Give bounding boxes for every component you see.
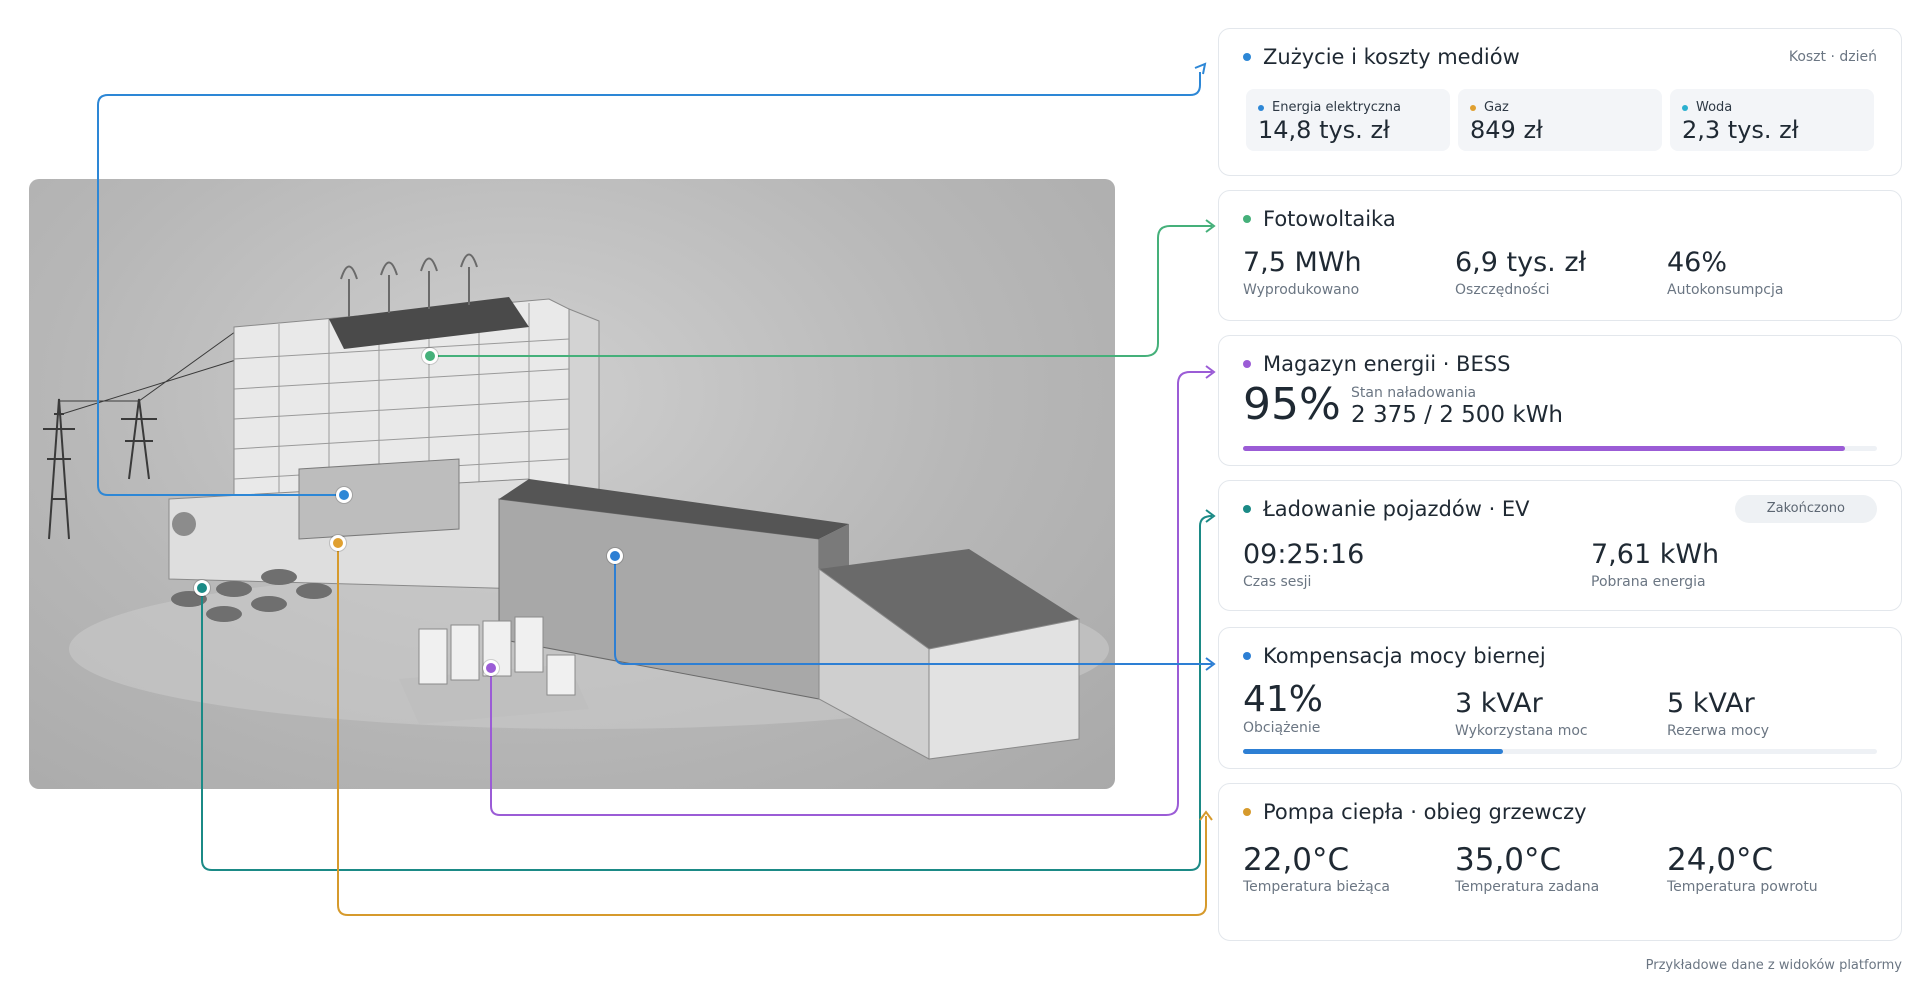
media-tile-value: 14,8 tys. zł	[1258, 116, 1390, 144]
metric-value: 09:25:16	[1243, 539, 1365, 570]
electric-dot-icon	[1258, 104, 1264, 111]
heatpump-card[interactable]: Pompa ciepła · obieg grzewczy 22,0°C Tem…	[1218, 783, 1902, 941]
pv-metric-autoconsumption: 46% Autokonsumpcja	[1667, 247, 1783, 298]
metric-label: Rezerwa mocy	[1667, 723, 1770, 739]
media-card[interactable]: Zużycie i koszty mediów Koszt · dzień En…	[1218, 28, 1902, 176]
metric-value: 35,0°C	[1455, 842, 1562, 878]
metric-value: 24,0°C	[1667, 842, 1774, 878]
metric-label: Wykorzystana moc	[1455, 723, 1588, 739]
metric-label: Czas sesji	[1243, 574, 1312, 590]
pv-dot-icon	[1243, 215, 1251, 223]
pv-metric-produced: 7,5 MWh Wyprodukowano	[1243, 247, 1362, 298]
ev-card[interactable]: Ładowanie pojazdów · EV Zakończono 09:25…	[1218, 480, 1902, 611]
media-tile-value: 2,3 tys. zł	[1682, 116, 1799, 144]
compensation-header: Kompensacja mocy biernej	[1243, 644, 1546, 668]
heatpump-metric-return: 24,0°C Temperatura powrotu	[1667, 844, 1818, 895]
media-subtitle[interactable]: Koszt · dzień	[1789, 49, 1877, 65]
heatpump-metric-setpoint: 35,0°C Temperatura zadana	[1455, 844, 1599, 895]
heatpump-metric-current: 22,0°C Temperatura bieżąca	[1243, 844, 1390, 895]
media-tile-electric[interactable]: Energia elektryczna 14,8 tys. zł	[1246, 89, 1450, 151]
media-tile-label: Gaz	[1484, 100, 1509, 115]
ev-metric-energy: 7,61 kWh Pobrana energia	[1591, 539, 1719, 590]
ev-dot-icon	[1243, 505, 1251, 513]
ev-title: Ładowanie pojazdów · EV	[1263, 497, 1530, 521]
bess-title: Magazyn energii · BESS	[1263, 352, 1511, 376]
metric-value: 3 kVAr	[1455, 688, 1543, 719]
metric-label: Oszczędności	[1455, 282, 1550, 298]
bess-value: 2 375 / 2 500 kWh	[1351, 402, 1564, 428]
compensation-title: Kompensacja mocy biernej	[1263, 644, 1546, 668]
metric-label: Temperatura bieżąca	[1243, 879, 1390, 895]
pin-electric[interactable]	[336, 487, 352, 503]
compensation-card[interactable]: Kompensacja mocy biernej 41% Obciążenie …	[1218, 627, 1902, 769]
pv-title: Fotowoltaika	[1263, 207, 1396, 231]
ev-header: Ładowanie pojazdów · EV	[1243, 497, 1530, 521]
media-dot-icon	[1243, 53, 1251, 61]
metric-value: 22,0°C	[1243, 842, 1350, 878]
pin-compensation[interactable]	[607, 548, 623, 564]
compensation-progress-fill	[1243, 749, 1503, 754]
heatpump-header: Pompa ciepła · obieg grzewczy	[1243, 800, 1587, 824]
compensation-metric-used: 3 kVAr Wykorzystana moc	[1455, 688, 1588, 739]
pv-card[interactable]: Fotowoltaika 7,5 MWh Wyprodukowano 6,9 t…	[1218, 190, 1902, 321]
metric-value: 41%	[1243, 679, 1324, 720]
bess-progress-fill	[1243, 446, 1846, 451]
bess-header: Magazyn energii · BESS	[1243, 352, 1510, 376]
media-tile-water[interactable]: Woda 2,3 tys. zł	[1670, 89, 1874, 151]
compensation-dot-icon	[1243, 652, 1251, 660]
compensation-progress-track	[1243, 749, 1877, 754]
metric-value: 5 kVAr	[1667, 688, 1755, 719]
compensation-metric-reserve: 5 kVAr Rezerwa mocy	[1667, 688, 1769, 739]
pin-pv[interactable]	[422, 348, 438, 364]
pv-metric-savings: 6,9 tys. zł Oszczędności	[1455, 247, 1586, 298]
pin-bess[interactable]	[483, 660, 499, 676]
metric-label: Temperatura zadana	[1455, 879, 1600, 895]
pin-ev[interactable]	[194, 580, 210, 596]
heatpump-title: Pompa ciepła · obieg grzewczy	[1263, 800, 1587, 824]
building-drawing	[43, 253, 1109, 760]
dashboard-stage: Zużycie i koszty mediów Koszt · dzień En…	[0, 0, 1920, 984]
media-header: Zużycie i koszty mediów	[1243, 45, 1520, 69]
bess-label: Stan naładowania	[1351, 385, 1477, 401]
metric-value: 7,5 MWh	[1243, 247, 1362, 278]
heatpump-dot-icon	[1243, 808, 1251, 816]
metric-label: Temperatura powrotu	[1667, 879, 1818, 895]
bess-progress-track	[1243, 446, 1877, 451]
metric-label: Autokonsumpcja	[1667, 282, 1784, 298]
facility-illustration	[29, 179, 1115, 789]
bess-dot-icon	[1243, 360, 1251, 368]
media-tile-label: Woda	[1696, 100, 1733, 115]
footer-note: Przykładowe dane z widoków platformy	[1645, 958, 1902, 973]
pv-header: Fotowoltaika	[1243, 207, 1396, 231]
bess-percent: 95%	[1243, 379, 1341, 430]
metric-value: 46%	[1667, 247, 1728, 278]
ev-metric-session-time: 09:25:16 Czas sesji	[1243, 539, 1364, 590]
metric-value: 6,9 tys. zł	[1455, 247, 1587, 278]
water-dot-icon	[1682, 104, 1688, 111]
gas-dot-icon	[1470, 104, 1476, 111]
metric-value: 7,61 kWh	[1591, 539, 1720, 570]
compensation-metric-load: 41% Obciążenie	[1243, 679, 1324, 737]
media-tile-gas[interactable]: Gaz 849 zł	[1458, 89, 1662, 151]
media-tile-value: 849 zł	[1470, 116, 1543, 144]
metric-label: Wyprodukowano	[1243, 282, 1360, 298]
media-title: Zużycie i koszty mediów	[1263, 45, 1520, 69]
metric-label: Pobrana energia	[1591, 574, 1706, 590]
metric-label: Obciążenie	[1243, 720, 1321, 736]
ev-status-badge: Zakończono	[1734, 495, 1877, 523]
media-tile-label: Energia elektryczna	[1272, 100, 1401, 115]
pin-gas[interactable]	[330, 535, 346, 551]
bess-card[interactable]: Magazyn energii · BESS 95% Stan naładowa…	[1218, 335, 1902, 466]
